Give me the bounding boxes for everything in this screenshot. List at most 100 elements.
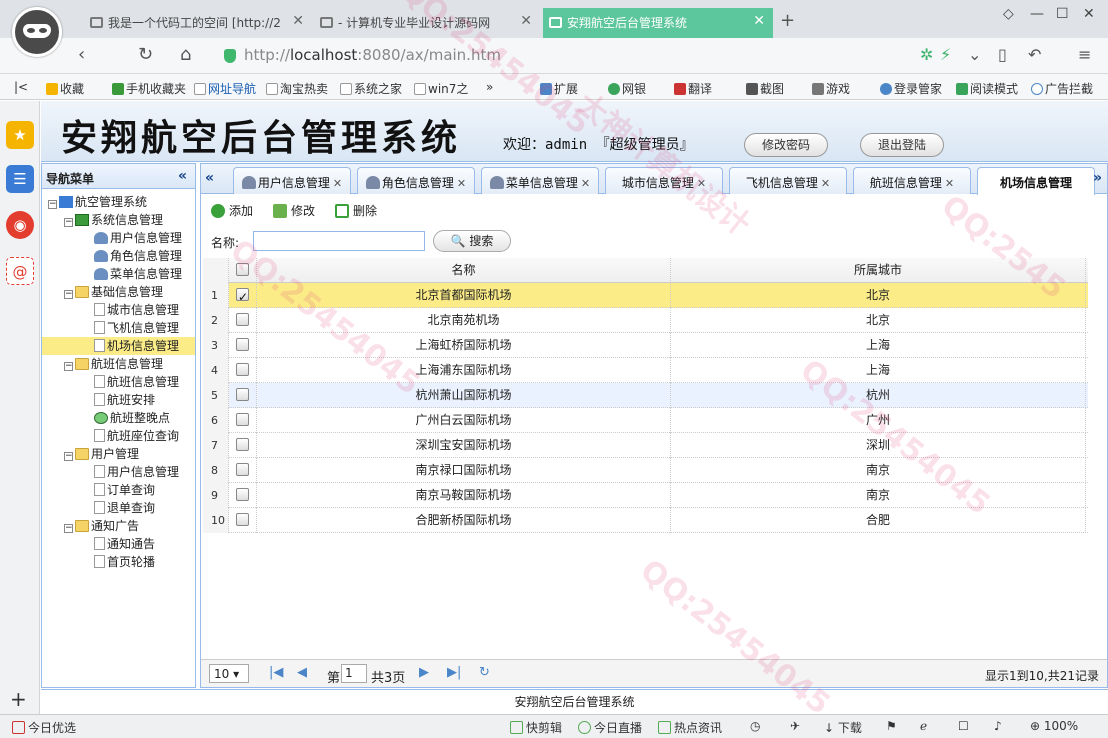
more-icon[interactable]: » [486,80,493,94]
main-tab[interactable]: 用户信息管理 ✕ [233,167,351,194]
history-icon[interactable]: ◷ [750,719,760,733]
fav-bank[interactable]: 网银 [608,80,646,97]
main-tab[interactable]: 飞机信息管理 ✕ [729,167,847,194]
fav-login-manager[interactable]: 登录管家 [880,80,942,97]
minimize-icon[interactable]: — [1030,6,1044,22]
prev-page-icon[interactable]: ◀ [297,665,307,680]
table-row[interactable]: 5 杭州萧山国际机场 杭州 [203,383,1088,408]
flag-icon[interactable]: ⚑ [886,719,897,733]
speed-icon[interactable]: ✲ [920,45,933,64]
nav-item[interactable]: 退单查询 [42,499,195,517]
row-checkbox[interactable] [229,483,257,508]
table-row[interactable]: 10 合肥新桥国际机场 合肥 [203,508,1088,533]
row-checkbox[interactable] [229,308,257,333]
browser-tab-1[interactable]: 我是一个代码工的空间 [http://2 ✕ [84,8,312,38]
collapse-toggle-icon[interactable]: − [64,290,73,299]
first-page-icon[interactable]: |◀ [269,665,283,680]
row-checkbox[interactable] [229,433,257,458]
table-row[interactable]: 9 南京马鞍国际机场 南京 [203,483,1088,508]
fav-win7[interactable]: win7之 [414,80,468,97]
main-tab[interactable]: 航班信息管理 ✕ [853,167,971,194]
table-row[interactable]: 6 广州白云国际机场 广州 [203,408,1088,433]
row-checkbox[interactable] [229,333,257,358]
nav-item[interactable]: − 航空管理系统 [42,193,195,211]
maximize-icon[interactable]: ☐ [1056,6,1069,22]
close-tab-icon[interactable]: ✕ [333,177,342,190]
close-tab-icon[interactable]: ✕ [697,177,706,190]
zoom-level[interactable]: ⊕ 100% [1030,719,1078,733]
row-checkbox[interactable] [229,283,257,308]
main-tab[interactable]: 角色信息管理 ✕ [357,167,475,194]
close-tab-icon[interactable]: ✕ [520,13,532,29]
row-checkbox[interactable] [229,508,257,533]
collapse-toggle-icon[interactable]: − [64,362,73,371]
add-sidebar-icon[interactable]: + [10,687,27,711]
tab-scroll-left-icon[interactable]: « [205,170,214,186]
fav-taobao[interactable]: 淘宝热卖 [266,80,328,97]
list-icon[interactable]: ☰ [6,165,34,193]
table-row[interactable]: 2 北京南苑机场 北京 [203,308,1088,333]
nav-item[interactable]: 航班信息管理 [42,373,195,391]
close-tab-icon[interactable]: ✕ [292,13,304,29]
nav-item[interactable]: 用户信息管理 [42,463,195,481]
sidebar-toggle-icon[interactable]: |< [14,80,28,94]
nav-item[interactable]: − 基础信息管理 [42,283,195,301]
edit-button[interactable]: 修改 [273,202,315,219]
fav-games[interactable]: 游戏 [812,80,850,97]
fav-screenshot[interactable]: 截图 [746,80,784,97]
page-size-select[interactable]: 10 ▾ [209,664,249,683]
fav-mobile[interactable]: 手机收藏夹 [112,80,186,97]
browser-tab-active[interactable]: 安翔航空后台管理系统 ✕ [543,8,773,38]
column-header-name[interactable]: 名称 [257,258,671,283]
close-tab-icon[interactable]: ✕ [821,177,830,190]
nav-item[interactable]: − 用户管理 [42,445,195,463]
hot-news[interactable]: 热点资讯 [658,719,722,736]
fav-adblock[interactable]: 广告拦截 [1031,80,1093,97]
nav-item[interactable]: 用户信息管理 [42,229,195,247]
row-checkbox[interactable] [229,358,257,383]
tab-scroll-right-icon[interactable]: » [1093,170,1102,186]
url-input[interactable]: http://localhost:8080/ax/main.htm [216,43,996,69]
collapse-icon[interactable]: « [178,168,187,184]
close-window-icon[interactable]: ✕ [1083,6,1095,22]
row-checkbox[interactable] [229,383,257,408]
close-tab-icon[interactable]: ✕ [945,177,954,190]
fav-reading[interactable]: 阅读模式 [956,80,1018,97]
nav-item[interactable]: − 通知广告 [42,517,195,535]
dropdown-icon[interactable]: ⌄ [968,45,981,64]
back-icon[interactable]: ‹ [78,44,85,65]
lightning-icon[interactable]: ⚡ [940,45,951,64]
live-stream[interactable]: 今日直播 [578,719,642,736]
today-picks[interactable]: 今日优选 [12,719,76,736]
favorites-star-icon[interactable]: ★ [6,121,34,149]
main-tab[interactable]: 机场信息管理 [977,167,1095,195]
next-page-icon[interactable]: ▶ [419,665,429,680]
fav-syshome[interactable]: 系统之家 [340,80,402,97]
nav-item[interactable]: − 系统信息管理 [42,211,195,229]
table-row[interactable]: 3 上海虹桥国际机场 上海 [203,333,1088,358]
table-row[interactable]: 8 南京禄口国际机场 南京 [203,458,1088,483]
nav-item[interactable]: 航班安排 [42,391,195,409]
collapse-toggle-icon[interactable]: − [64,524,73,533]
weibo-icon[interactable]: ◉ [6,211,34,239]
main-tab[interactable]: 城市信息管理 ✕ [605,167,723,194]
nav-item[interactable]: 角色信息管理 [42,247,195,265]
last-page-icon[interactable]: ▶| [447,665,461,680]
close-tab-icon[interactable]: ✕ [581,177,590,190]
mail-icon[interactable]: @ [6,257,34,285]
table-row[interactable]: 4 上海浦东国际机场 上海 [203,358,1088,383]
column-header-city[interactable]: 所属城市 [671,258,1086,283]
fav-extension[interactable]: 扩展 [540,80,578,97]
close-tab-icon[interactable]: ✕ [753,13,765,29]
nav-item[interactable]: 机场信息管理 [42,337,195,355]
reader-icon[interactable]: ▯ [998,45,1007,64]
fav-collect[interactable]: 收藏 [46,80,84,97]
page-number-input[interactable]: 1 [341,664,367,683]
window-icon[interactable]: ☐ [958,719,969,733]
collapse-toggle-icon[interactable]: − [64,218,73,227]
row-checkbox[interactable] [229,458,257,483]
nav-item[interactable]: 首页轮播 [42,553,195,571]
main-tab[interactable]: 菜单信息管理 ✕ [481,167,599,194]
search-input[interactable] [253,231,425,251]
nav-item[interactable]: 城市信息管理 [42,301,195,319]
